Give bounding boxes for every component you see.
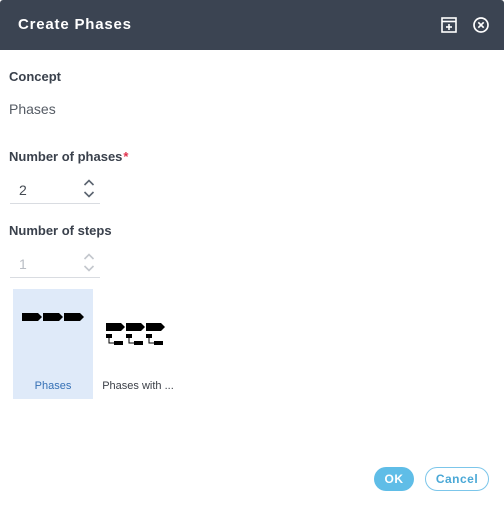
gallery-caption-phases-with-steps: Phases with ... (102, 380, 174, 392)
phases-stepper-arrows-icon[interactable] (83, 177, 95, 201)
phases-label: Number of phases* (9, 149, 128, 164)
ok-button[interactable]: OK (374, 467, 414, 491)
steps-stepper-arrows-icon (83, 251, 95, 275)
dialog-titlebar: Create Phases (0, 0, 504, 50)
concept-label: Concept (9, 69, 61, 84)
gallery-item-phases[interactable]: Phases (13, 289, 93, 399)
steps-value: 1 (19, 256, 27, 272)
phases-stepper[interactable]: 2 (10, 177, 100, 204)
steps-label: Number of steps (9, 223, 112, 238)
concept-value: Phases (9, 101, 56, 117)
create-phases-dialog: Create Phases Concept Phases Number of p… (0, 0, 504, 505)
gallery-item-phases-with-steps[interactable]: Phases with ... (98, 289, 178, 399)
phases-with-steps-thumbnail-icon (106, 323, 165, 345)
dialog-title: Create Phases (18, 16, 132, 33)
required-mark: * (123, 149, 129, 164)
cancel-button[interactable]: Cancel (425, 467, 489, 491)
close-icon[interactable] (471, 15, 491, 35)
gallery-caption-phases: Phases (34, 380, 72, 392)
phases-thumbnail-icon (22, 313, 84, 321)
maximize-icon[interactable] (439, 15, 459, 35)
steps-stepper: 1 (10, 251, 100, 278)
phases-label-text: Number of phases (9, 149, 123, 164)
phases-value[interactable]: 2 (19, 182, 27, 198)
